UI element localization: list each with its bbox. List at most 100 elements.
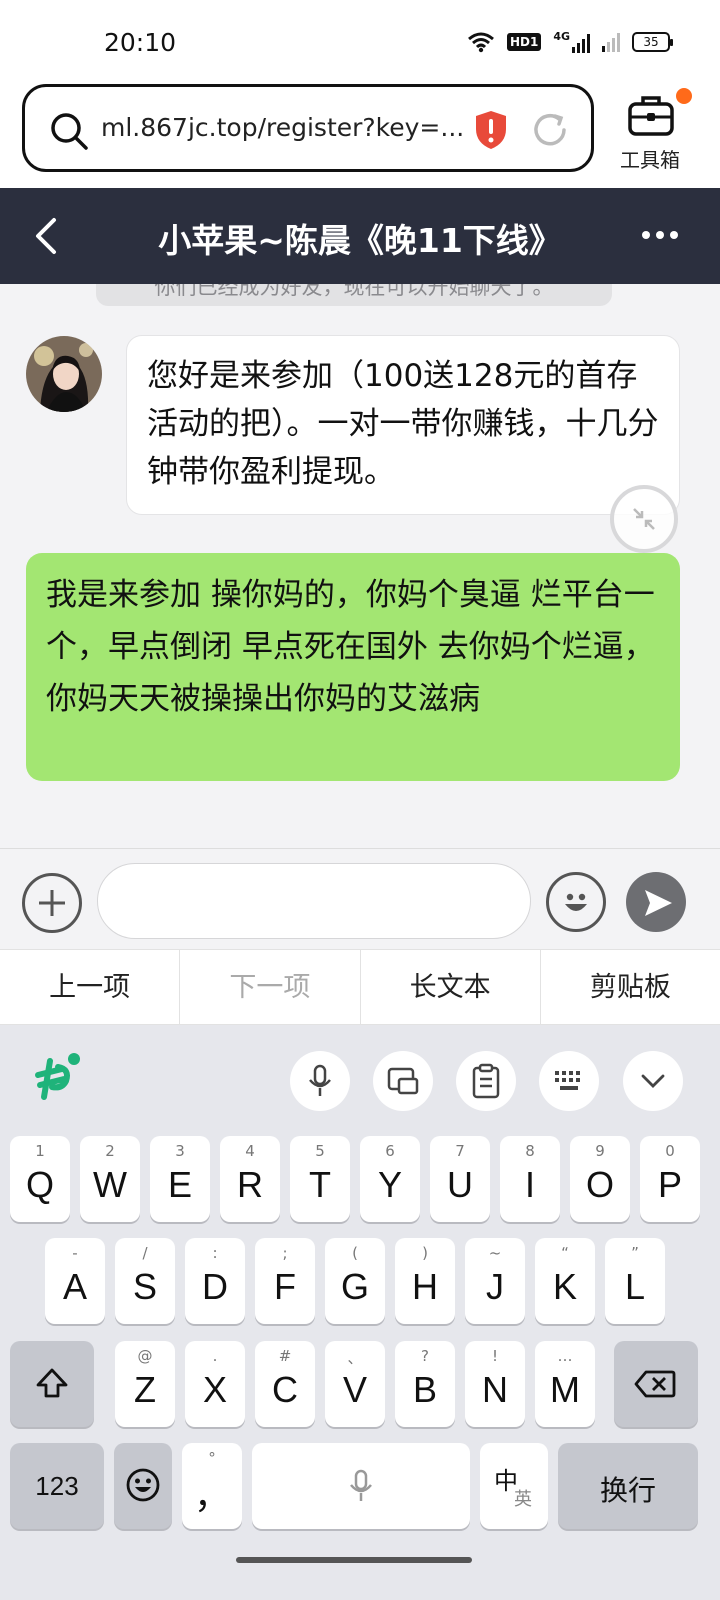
keyboard: 1Q2W3E4R5T6Y7U8I9O0P - A / S: D; F(G) H ~ J “K” L …	[0, 1025, 720, 1600]
key-k[interactable]: “K	[535, 1238, 595, 1324]
key-b[interactable]: ? B	[395, 1341, 455, 1427]
keyboard-layout-button[interactable]	[539, 1051, 599, 1111]
prev-item-button[interactable]: 上一项	[0, 950, 181, 1024]
key-s[interactable]: / S	[115, 1238, 175, 1324]
signal-4g: 4G	[553, 30, 590, 53]
clipboard-tool-button[interactable]	[456, 1051, 516, 1111]
key-d[interactable]: :D	[185, 1238, 245, 1324]
key-e[interactable]: 3E	[150, 1136, 210, 1222]
key-f[interactable]: ; F	[255, 1238, 315, 1324]
key-h[interactable]: ) H	[395, 1238, 455, 1324]
numbers-key[interactable]: 123	[10, 1443, 104, 1529]
incoming-message-bubble[interactable]: 您好是来参加（100送128元的首存活动的把）。一对一带你赚钱，十几分钟带你盈利…	[126, 335, 680, 515]
key-o[interactable]: 9O	[570, 1136, 630, 1222]
key-label: F	[274, 1266, 296, 1307]
notification-dot	[676, 88, 692, 104]
ime-logo-icon[interactable]	[28, 1051, 84, 1103]
clipboard-button[interactable]: 剪贴板	[541, 950, 720, 1024]
status-time: 20:10	[104, 28, 177, 57]
key-hint: 0	[665, 1142, 675, 1160]
key-label: W	[93, 1164, 127, 1205]
key-hint: 4	[245, 1142, 255, 1160]
key-label: B	[412, 1369, 437, 1410]
numbers-key-label: 123	[35, 1471, 79, 1501]
key-t[interactable]: 5T	[290, 1136, 350, 1222]
next-item-button[interactable]: 下一项	[180, 950, 361, 1024]
key-n[interactable]: ! N	[465, 1341, 525, 1427]
space-key[interactable]	[252, 1443, 470, 1529]
shift-key[interactable]	[10, 1341, 94, 1427]
keyboard-mode-button[interactable]	[373, 1051, 433, 1111]
url-bar[interactable]: ml.867jc.top/register?key=...	[22, 84, 594, 172]
backspace-key[interactable]	[614, 1341, 698, 1427]
key-label: X	[202, 1369, 227, 1410]
search-icon	[51, 113, 88, 150]
hide-keyboard-button[interactable]	[623, 1051, 683, 1111]
signal-bars-icon	[572, 33, 590, 53]
network-type-label: 4G	[553, 30, 570, 43]
status-icons: HD1 4G 35	[467, 30, 673, 53]
add-attachment-button[interactable]	[22, 873, 82, 933]
screen-keyboard-icon	[387, 1067, 419, 1095]
key-g[interactable]: (G	[325, 1238, 385, 1324]
key-w[interactable]: 2W	[80, 1136, 140, 1222]
key-v[interactable]: 、 V	[325, 1341, 385, 1427]
more-options-icon[interactable]	[640, 228, 680, 242]
comma-key-hint: °	[208, 1449, 216, 1467]
key-j[interactable]: ~ J	[465, 1238, 525, 1324]
key-label: K	[552, 1266, 577, 1307]
status-bar: 20:10 HD1 4G 35	[0, 0, 720, 82]
key-hint: ”	[631, 1244, 639, 1262]
enter-key[interactable]: 换行	[558, 1443, 698, 1529]
language-switch-key[interactable]: 中 英	[480, 1443, 548, 1529]
comma-key[interactable]: ° ，	[182, 1443, 242, 1529]
key-i[interactable]: 8I	[500, 1136, 560, 1222]
key-label: N	[482, 1369, 508, 1410]
key-u[interactable]: 7U	[430, 1136, 490, 1222]
key-c[interactable]: # C	[255, 1341, 315, 1427]
outgoing-message-bubble[interactable]: 我是来参加 操你妈的，你妈个臭逼 烂平台一个，早点倒闭 早点死在国外 去你妈个烂…	[26, 553, 680, 781]
key-label: P	[657, 1164, 682, 1205]
long-text-button[interactable]: 长文本	[361, 950, 541, 1024]
key-hint: 9	[595, 1142, 605, 1160]
contact-avatar[interactable]	[26, 336, 102, 412]
send-arrow-icon	[645, 890, 672, 916]
key-a[interactable]: -A	[45, 1238, 105, 1324]
key-l[interactable]: ” L	[605, 1238, 665, 1324]
clipboard-icon	[472, 1063, 500, 1099]
security-warning-shield-icon[interactable]	[473, 109, 509, 151]
input-assist-row: 上一项 下一项 长文本 剪贴板	[0, 949, 720, 1025]
emoji-button[interactable]	[546, 872, 606, 932]
key-m[interactable]: … M	[535, 1341, 595, 1427]
key-hint: #	[278, 1347, 292, 1365]
key-p[interactable]: 0P	[640, 1136, 700, 1222]
key-label: D	[202, 1266, 228, 1307]
key-x[interactable]: .X	[185, 1341, 245, 1427]
key-label: Y	[377, 1164, 402, 1205]
reload-icon[interactable]	[531, 111, 569, 149]
minimize-float-button[interactable]	[610, 485, 678, 553]
enter-key-label: 换行	[599, 1475, 656, 1506]
send-button[interactable]	[626, 872, 686, 932]
key-y[interactable]: 6Y	[360, 1136, 420, 1222]
key-z[interactable]: @ Z	[115, 1341, 175, 1427]
toolbox-icon	[628, 96, 674, 136]
toolbox-button[interactable]: 工具箱	[612, 88, 702, 178]
key-label: U	[447, 1164, 473, 1205]
message-input[interactable]	[97, 863, 531, 939]
message-input-bar	[0, 848, 720, 949]
key-label: R	[237, 1164, 263, 1205]
home-indicator[interactable]	[236, 1557, 472, 1563]
key-label: A	[62, 1266, 87, 1307]
chat-messages[interactable]: 你们已经成为好友，现在可以开始聊天了。 您好是来参加（100送128元的首存活动…	[0, 284, 720, 848]
key-label: S	[132, 1266, 157, 1307]
key-label: V	[342, 1369, 367, 1410]
key-hint: 5	[315, 1142, 325, 1160]
key-r[interactable]: 4R	[220, 1136, 280, 1222]
key-label: Z	[134, 1369, 156, 1410]
comma-key-label: ，	[193, 1475, 230, 1516]
key-q[interactable]: 1Q	[10, 1136, 70, 1222]
emoji-key[interactable]	[114, 1443, 172, 1529]
url-text[interactable]: ml.867jc.top/register?key=...	[101, 113, 464, 142]
voice-input-button[interactable]	[290, 1051, 350, 1111]
